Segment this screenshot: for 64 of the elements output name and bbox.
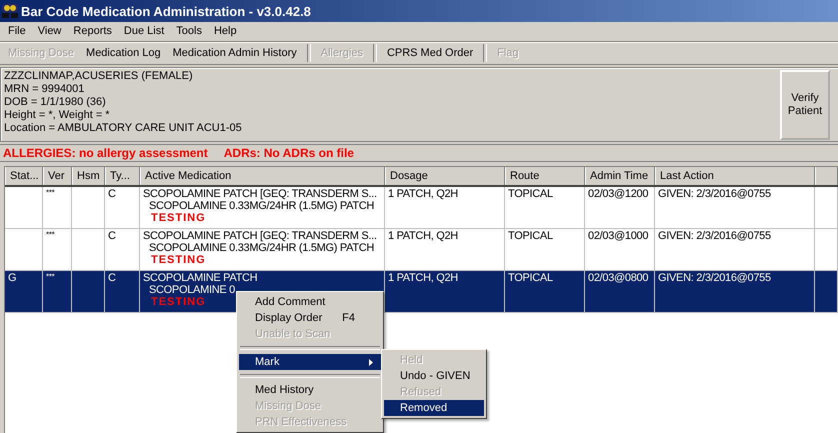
menu-item[interactable]: Tools [170,24,208,36]
toolbar-button[interactable]: Medication Log [80,47,167,59]
verify-patient-button[interactable]: Verify Patient [780,70,830,140]
table-cell: TOPICAL [508,188,553,200]
context-menu-item[interactable]: Add Comment [239,294,381,310]
table-cell: *** [46,230,54,239]
column-header[interactable]: Active Medication [140,167,385,185]
submenu-item[interactable]: Undo - GIVEN [384,368,484,384]
table-cell: C [108,230,116,242]
context-menu-item[interactable]: Mark [239,354,381,370]
table-cell: *** [46,272,54,281]
column-header[interactable]: Hsm [72,167,105,185]
testing-label: TESTING [150,212,206,225]
patient-info: Location = AMBULATORY CARE UNIT ACU1-05 [4,122,242,135]
column-header[interactable]: Route [505,167,585,185]
table-cell-text: SCOPOLAMINE 0.33MG/24HR (1.5MG) PATCH [148,242,374,254]
table-cell: SCOPOLAMINE PATCH [GEQ: TRANSDERM S... [143,188,377,200]
table-cell: G [8,272,16,284]
app-icon [2,3,18,19]
table-cell: TOPICAL [508,230,553,242]
table-cell: 1 PATCH, Q2H [388,272,458,284]
table-cell: 02/03@1000 [588,230,648,242]
menu-item[interactable]: Help [208,24,243,36]
column-header[interactable]: Ty... [105,167,140,185]
context-menu-item[interactable]: Display Order F4 [239,310,381,326]
column-header[interactable]: Stat... [5,167,43,185]
alert-text: ADRs: No ADRs on file [224,146,354,160]
window-title: Bar Code Medication Administration - v3.0.42.8 [21,4,311,18]
table-cell: *** [46,188,54,197]
table-cell: SCOPOLAMINE PATCH [143,272,258,284]
table-cell: 02/03@0800 [588,272,648,284]
testing-label: TESTING [150,296,206,309]
menu-item[interactable]: Due List [118,24,170,36]
table-cell: 1 PATCH, Q2H [388,230,458,242]
table-row[interactable]: *** C SCOPOLAMINE PATCH [GEQ: TRANSDERM S... SCOPOLAMINE 0.33MG/24HR (1.5MG) PATCH TESTING 1 PATCH, Q2H TOPICAL 02/03@1200 GIVEN: 2/3/2016@0755 [5,187,838,229]
submenu-arrow-icon [369,358,373,366]
alert-text: ALLERGIES: no allergy assessment [3,146,208,160]
column-header[interactable]: Admin Time [585,167,655,185]
patient-info: Height = *, Weight = * [4,109,111,122]
table-cell: GIVEN: 2/3/2016@0755 [658,272,771,284]
table-cell: 1 PATCH, Q2H [388,188,458,200]
table-cell: GIVEN: 2/3/2016@0755 [658,230,771,242]
menu-item[interactable]: View [32,24,68,36]
patient-info: DOB = 1/1/1980 (36) [4,96,107,109]
submenu-item[interactable]: Removed [384,400,484,416]
menu-item[interactable]: Reports [67,24,118,36]
table-cell: GIVEN: 2/3/2016@0755 [658,188,771,200]
table-cell: C [108,188,116,200]
column-header[interactable]: Dosage [385,167,505,185]
toolbar-button[interactable]: Medication Admin History [166,47,303,59]
column-header[interactable]: Last Action [655,167,815,185]
context-menu-item[interactable]: Med History [239,382,381,398]
menu-item[interactable]: File [2,24,32,36]
table-cell-text: SCOPOLAMINE 0 [148,284,235,296]
patient-info: ZZZCLINMAP,ACUSERIES (FEMALE) [4,70,194,83]
table-cell: TOPICAL [508,272,553,284]
table-cell-text: SCOPOLAMINE 0.33MG/24HR (1.5MG) PATCH [148,200,374,212]
patient-info: MRN = 9994001 [4,83,86,96]
testing-label: TESTING [150,254,206,267]
table-cell: C [108,272,116,284]
toolbar-button[interactable]: CPRS Med Order [380,47,480,59]
table-cell: SCOPOLAMINE PATCH [GEQ: TRANSDERM S... [143,230,377,242]
column-header[interactable]: Ver [43,167,72,185]
table-cell: 02/03@1200 [588,188,648,200]
